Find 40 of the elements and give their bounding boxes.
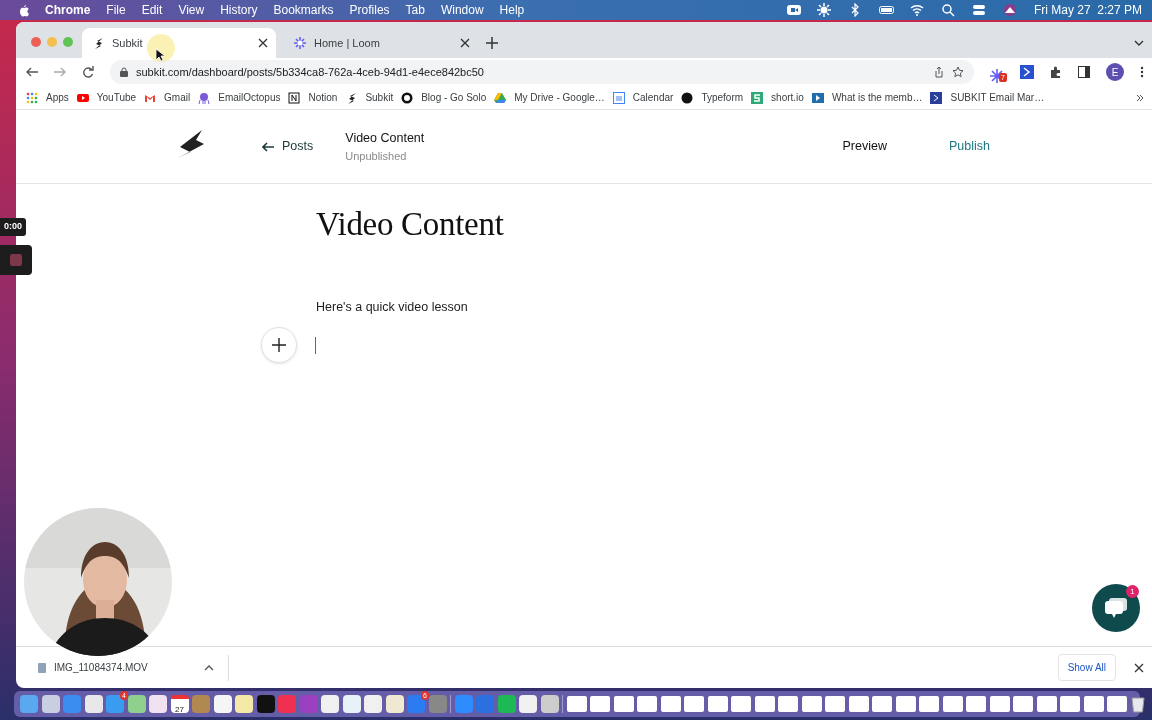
menu-item[interactable]: Tab bbox=[405, 1, 425, 19]
bookmark[interactable]: SUBKIT Email Mar… bbox=[930, 90, 1045, 105]
bookmark[interactable]: Subkit bbox=[345, 90, 394, 105]
bookmark[interactable]: short.io bbox=[751, 90, 804, 105]
show-all-button[interactable]: Show All bbox=[1057, 654, 1116, 681]
profile-avatar[interactable]: E bbox=[1106, 63, 1124, 81]
menu-item[interactable]: Bookmarks bbox=[273, 1, 334, 19]
paragraph: Here's a quick video lesson bbox=[316, 298, 469, 316]
menu-item[interactable]: History bbox=[220, 1, 258, 19]
menu-item[interactable]: Edit bbox=[141, 1, 163, 19]
menu-item[interactable]: File bbox=[106, 1, 126, 19]
publish-button[interactable]: Publish bbox=[941, 133, 998, 160]
download-filename[interactable]: IMG_11084374.MOV bbox=[54, 660, 148, 675]
bookmark[interactable]: What is the memb… bbox=[811, 90, 923, 105]
clock[interactable]: Fri May 27 2:27 PM bbox=[1033, 1, 1142, 19]
app-name[interactable]: Chrome bbox=[45, 1, 91, 19]
menu-item[interactable]: View bbox=[178, 1, 205, 19]
menu-item[interactable]: Window bbox=[440, 1, 484, 19]
bookmark[interactable]: Calendar bbox=[612, 90, 674, 105]
bookmark[interactable]: Typeform bbox=[681, 90, 744, 105]
browser-tab[interactable]: Home | Loom bbox=[284, 28, 478, 58]
bookmark[interactable]: YouTube bbox=[76, 90, 137, 105]
status-label: Unpublished bbox=[345, 148, 408, 164]
bookmark[interactable]: Notion bbox=[288, 90, 338, 105]
url-text: subkit.com/dashboard/posts/5b334ca8-762a-4ceb-94d1-e4ece842bc50 bbox=[136, 64, 485, 80]
back-link[interactable]: Posts bbox=[254, 133, 322, 160]
bookmark[interactable]: EmailOctopus bbox=[198, 90, 281, 105]
menu-item[interactable]: Help bbox=[499, 1, 525, 19]
preview-button[interactable]: Preview bbox=[834, 133, 895, 160]
browser-tab[interactable]: Subkit bbox=[82, 28, 276, 58]
bookmark[interactable]: Apps bbox=[26, 90, 69, 105]
bookmark[interactable]: Blog - Go Solo bbox=[401, 90, 487, 105]
menu-item[interactable]: Profiles bbox=[349, 1, 390, 19]
recording-timer: 0:00 bbox=[0, 218, 26, 236]
post-heading: Video Content bbox=[316, 205, 505, 244]
post-title: Video Content bbox=[345, 129, 425, 147]
bookmark[interactable]: My Drive - Google… bbox=[494, 90, 605, 105]
bookmark[interactable]: Gmail bbox=[144, 90, 191, 105]
address-bar[interactable]: subkit.com/dashboard/posts/5b334ca8-762a-4ceb-94d1-e4ece842bc50 bbox=[110, 60, 974, 84]
calendar-icon[interactable]: 27 bbox=[170, 695, 189, 713]
